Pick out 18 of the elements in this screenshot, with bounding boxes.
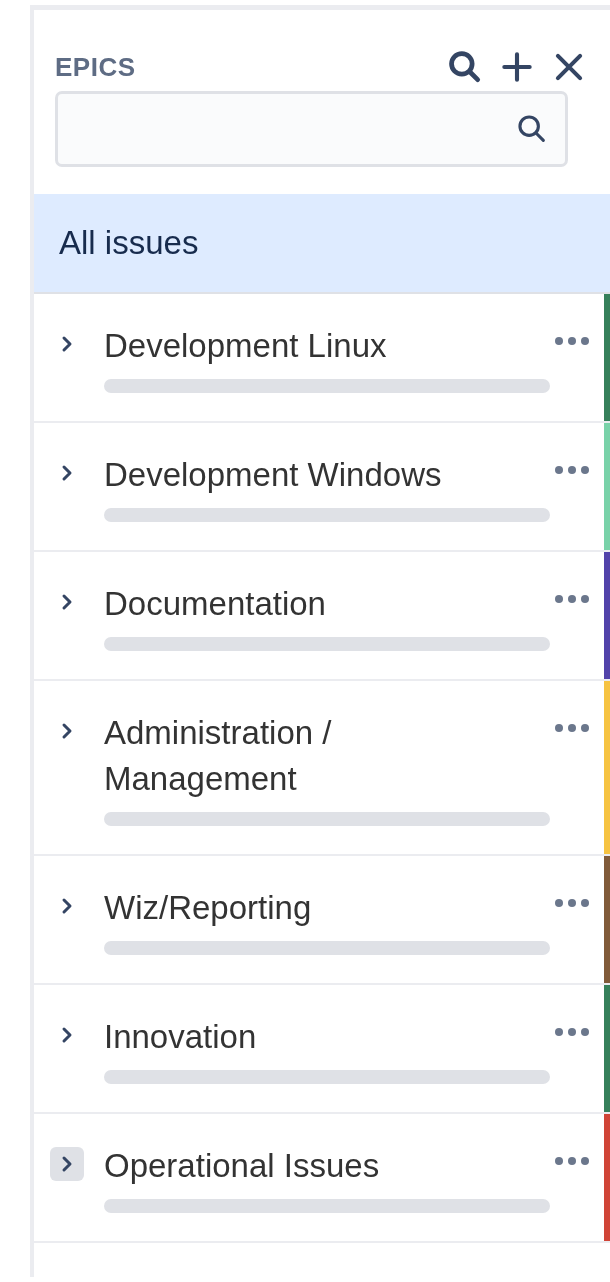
epic-name[interactable]: Development Windows [104, 452, 524, 498]
epic-name[interactable]: Operational Issues [104, 1143, 524, 1189]
epic-name[interactable]: Innovation [104, 1014, 524, 1060]
search-field[interactable] [55, 91, 568, 167]
panel-title: EPICS [55, 51, 137, 83]
epic-name[interactable]: Wiz/Reporting [104, 885, 524, 931]
more-icon[interactable] [554, 464, 590, 476]
more-icon[interactable] [554, 1026, 590, 1038]
all-issues-item[interactable]: All issues [34, 194, 610, 294]
more-icon[interactable] [554, 335, 590, 347]
more-icon[interactable] [554, 593, 590, 605]
more-icon[interactable] [554, 897, 590, 909]
more-icon[interactable] [554, 722, 590, 734]
epic-name[interactable]: Administration / Management [104, 710, 524, 802]
epic-name[interactable]: Documentation [104, 581, 524, 627]
more-icon[interactable] [554, 1155, 590, 1167]
epic-name[interactable]: Development Linux [104, 323, 524, 369]
chevron-button[interactable] [50, 1147, 84, 1181]
